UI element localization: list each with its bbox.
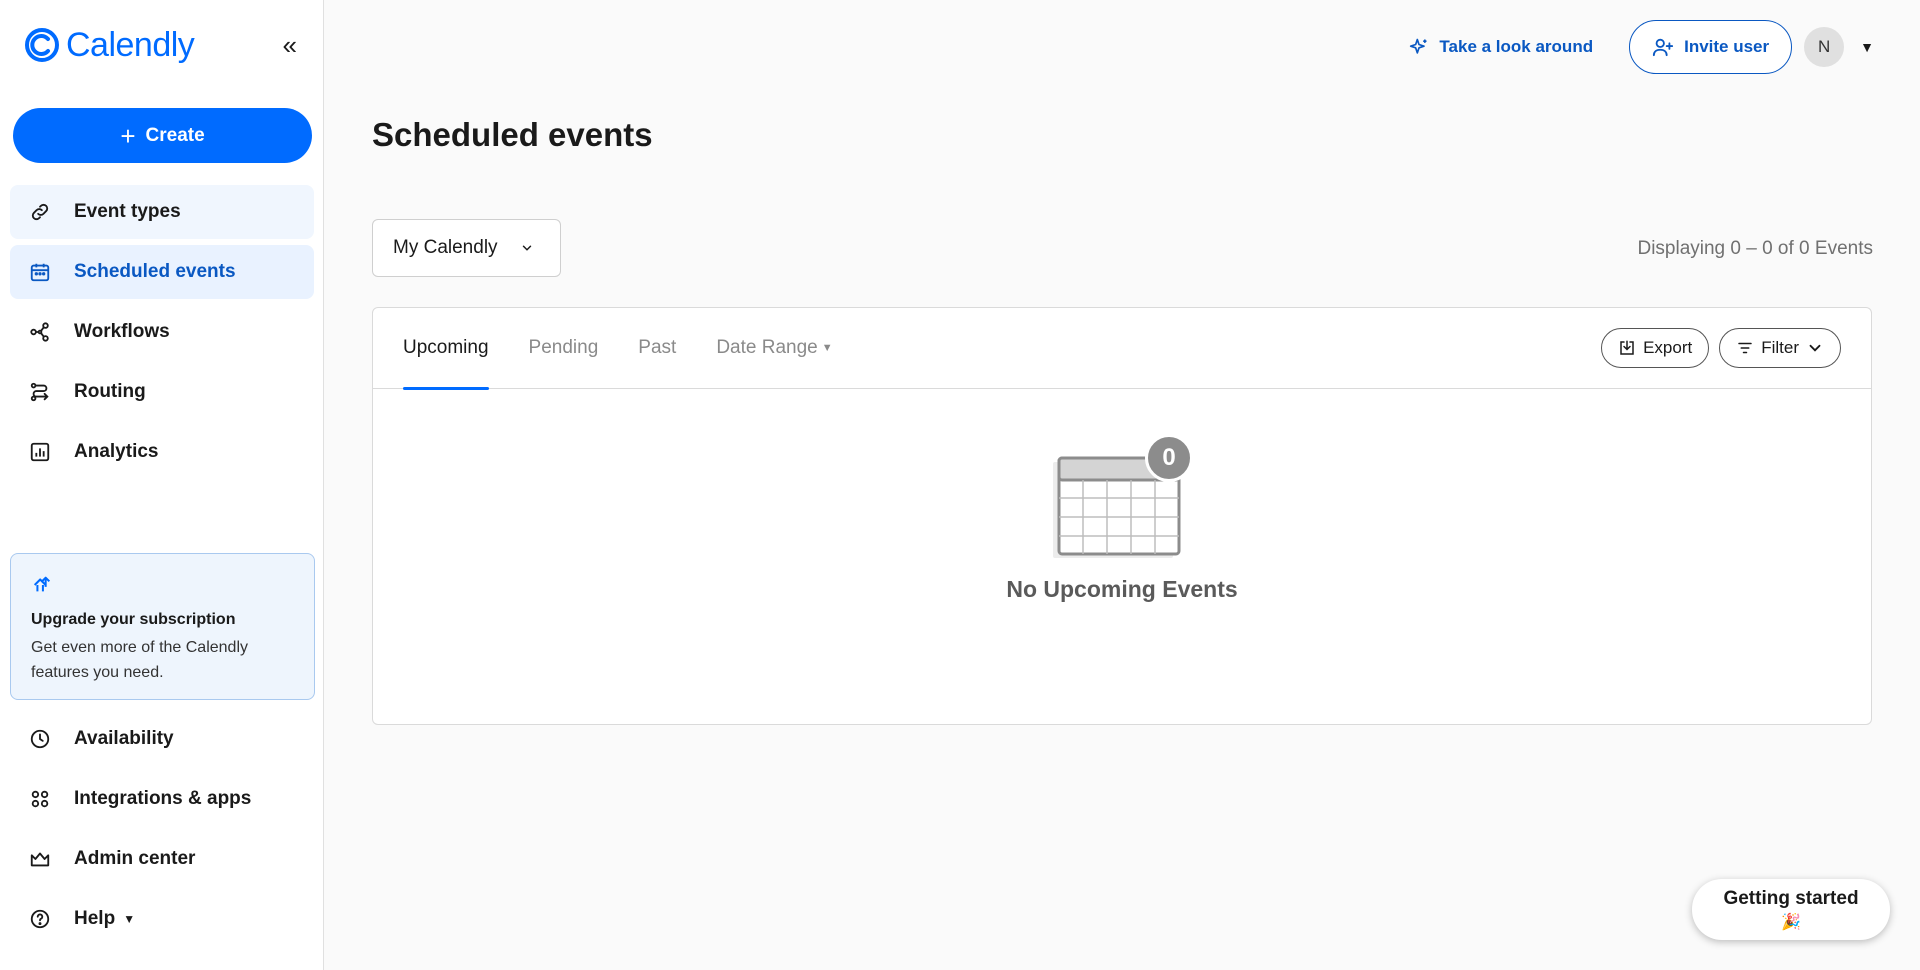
sidebar-item-scheduled-events[interactable]: Scheduled events — [10, 245, 314, 299]
caret-down-icon: ▼ — [123, 912, 136, 926]
sidebar-item-workflows[interactable]: Workflows — [10, 305, 314, 359]
help-icon — [28, 907, 52, 931]
sidebar-nav-bottom: Availability Integrations & apps Admin c… — [10, 712, 314, 952]
upgrade-title: Upgrade your subscription — [31, 611, 236, 628]
page-title: Scheduled events — [372, 116, 653, 153]
routing-icon — [28, 380, 52, 404]
sparkle-icon — [1410, 38, 1427, 54]
take-a-look-around-link[interactable]: Take a look around — [1409, 37, 1593, 57]
getting-started-widget[interactable]: Getting started 🎉 — [1692, 879, 1890, 940]
sidebar-item-label: Admin center — [74, 848, 196, 869]
invite-user-label: Invite user — [1684, 37, 1770, 56]
sidebar-item-label: Analytics — [74, 441, 159, 462]
tab-label: Pending — [528, 337, 599, 358]
sidebar-item-label: Workflows — [74, 321, 170, 342]
sidebar-nav-top: Event types Scheduled events Workflows R… — [10, 185, 314, 485]
tab-upcoming[interactable]: Upcoming — [403, 308, 489, 390]
create-label: Create — [145, 124, 205, 146]
logo-row: Calendly « — [24, 24, 299, 66]
sidebar-item-event-types[interactable]: Event types — [10, 185, 314, 239]
sidebar-item-label: Scheduled events — [74, 261, 236, 282]
plus-icon: + — [120, 120, 136, 151]
chevron-down-icon — [522, 245, 531, 251]
main-content: Take a look around Invite user N ▼ Sched… — [324, 0, 1920, 970]
sidebar-item-label: Routing — [74, 381, 146, 402]
calendly-logo[interactable]: Calendly — [24, 25, 195, 65]
tab-label: Past — [638, 337, 677, 358]
card-tools: Export Filter — [1601, 328, 1841, 368]
event-count-badge: 0 — [1145, 434, 1193, 482]
sidebar-item-availability[interactable]: Availability — [10, 712, 314, 766]
calendar-select[interactable]: My Calendly — [372, 219, 561, 277]
export-button[interactable]: Export — [1601, 328, 1710, 368]
tab-date-range[interactable]: Date Range ▼ — [716, 308, 832, 389]
event-tabs: Upcoming Pending Past Date Range ▼ Expor… — [373, 308, 1871, 390]
event-count-value: 0 — [1162, 444, 1176, 471]
upgrade-arrow-icon — [33, 576, 51, 592]
sidebar-item-help[interactable]: Help ▼ — [10, 892, 314, 946]
take-a-look-around-label: Take a look around — [1439, 37, 1594, 56]
getting-started-label: Getting started — [1723, 887, 1859, 909]
tab-past[interactable]: Past — [638, 308, 676, 389]
caret-down-icon: ▼ — [821, 342, 833, 354]
filter-icon — [1738, 342, 1752, 354]
account-menu-caret-icon[interactable]: ▼ — [1860, 39, 1874, 55]
crown-icon — [28, 847, 52, 871]
analytics-icon — [28, 440, 52, 464]
add-user-icon — [1653, 38, 1674, 57]
calendar-icon — [28, 260, 52, 284]
sidebar-item-label: Availability — [74, 728, 174, 749]
calendar-select-value: My Calendly — [393, 237, 498, 258]
upgrade-banner[interactable]: Upgrade your subscription Get even more … — [10, 553, 315, 700]
invite-user-button[interactable]: Invite user — [1629, 20, 1793, 74]
sidebar-item-analytics[interactable]: Analytics — [10, 425, 314, 479]
tab-label: Upcoming — [403, 337, 489, 358]
tab-label: Date Range — [716, 337, 818, 358]
sidebar-item-integrations[interactable]: Integrations & apps — [10, 772, 314, 826]
export-label: Export — [1643, 338, 1693, 357]
link-icon — [28, 200, 52, 224]
apps-grid-icon — [28, 787, 52, 811]
sidebar-item-label: Integrations & apps — [74, 788, 252, 809]
filter-button[interactable]: Filter — [1719, 328, 1841, 368]
clock-icon — [28, 727, 52, 751]
sidebar-item-label: Event types — [74, 201, 181, 222]
header-actions: Take a look around Invite user N ▼ — [1409, 20, 1874, 74]
export-icon — [1620, 340, 1634, 355]
empty-state: 0 No Upcoming Events — [373, 434, 1871, 603]
party-popper-icon: 🎉 — [1781, 913, 1801, 931]
sidebar-item-admin-center[interactable]: Admin center — [10, 832, 314, 886]
empty-calendar-illustration: 0 — [1047, 434, 1197, 558]
calendly-logo-icon — [25, 28, 59, 62]
create-button[interactable]: + Create — [13, 108, 312, 163]
workflow-icon — [28, 320, 52, 344]
brand-name: Calendly — [66, 25, 195, 64]
sidebar-item-routing[interactable]: Routing — [10, 365, 314, 419]
sidebar-item-label: Help — [74, 908, 116, 929]
sidebar: Calendly « + Create Event types Schedule… — [0, 0, 324, 970]
display-count: Displaying 0 – 0 of 0 Events — [1637, 238, 1873, 259]
chevron-down-icon — [1809, 344, 1821, 352]
empty-state-text: No Upcoming Events — [1006, 576, 1238, 602]
filter-label: Filter — [1761, 338, 1799, 357]
avatar[interactable]: N — [1804, 27, 1845, 67]
upgrade-description: Get even more of the Calendly features y… — [31, 639, 249, 681]
collapse-sidebar-button[interactable]: « — [283, 32, 299, 58]
events-card: Upcoming Pending Past Date Range ▼ Expor… — [372, 307, 1872, 725]
tab-pending[interactable]: Pending — [529, 308, 599, 389]
